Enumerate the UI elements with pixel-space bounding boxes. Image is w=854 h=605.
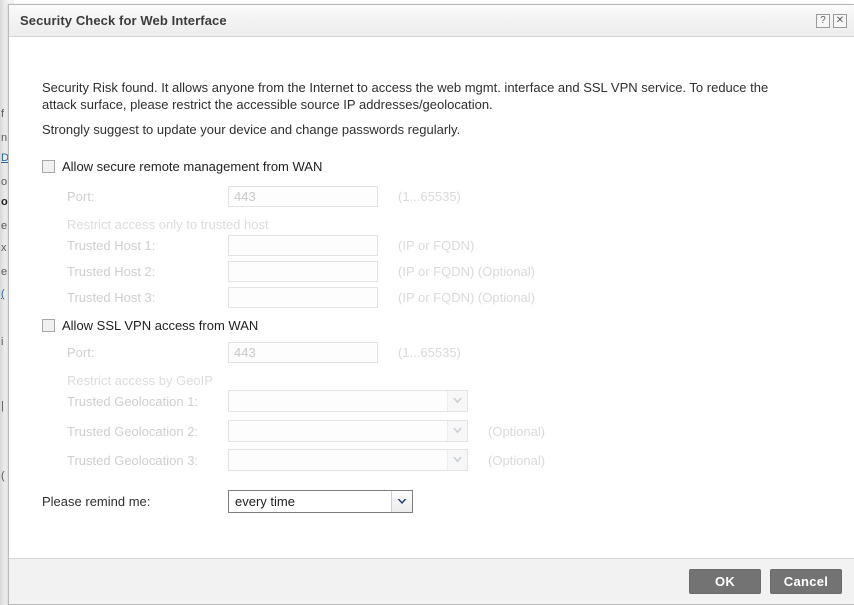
wan-port-hint: (1...65535)	[398, 189, 461, 204]
dialog-footer: OK Cancel	[9, 558, 854, 604]
cancel-button[interactable]: Cancel	[770, 569, 842, 594]
vpn-port-input[interactable]	[228, 342, 378, 363]
help-icon[interactable]: ?	[816, 13, 830, 28]
allow-wan-mgmt-row[interactable]: Allow secure remote management from WAN	[42, 159, 322, 174]
chevron-down-icon	[447, 450, 467, 470]
titlebar-controls: ? ✕	[816, 13, 847, 28]
dialog-title: Security Check for Web Interface	[20, 13, 227, 28]
trusted-geolocation-2-hint: (Optional)	[488, 423, 546, 439]
trusted-host-3-row: Trusted Host 3: (IP or FQDN) (Optional)	[42, 287, 535, 308]
ok-button[interactable]: OK	[689, 569, 761, 594]
vpn-port-row: Port: (1...65535)	[42, 342, 461, 363]
trusted-geolocation-2-label: Trusted Geolocation 2:	[67, 423, 199, 439]
trusted-geolocation-3-select[interactable]	[228, 449, 468, 471]
dialog-titlebar: Security Check for Web Interface ? ✕	[9, 5, 854, 37]
intro-paragraph-2: Strongly suggest to update your device a…	[42, 122, 461, 137]
chevron-down-icon	[447, 391, 467, 411]
allow-ssl-vpn-row[interactable]: Allow SSL VPN access from WAN	[42, 318, 258, 333]
security-check-dialog: Security Check for Web Interface ? ✕ Sec…	[8, 4, 854, 605]
trusted-host-3-input[interactable]	[228, 287, 378, 308]
trusted-geolocation-3-row: Trusted Geolocation 3: (Optional)	[42, 449, 545, 471]
chevron-down-icon	[391, 491, 412, 512]
trusted-host-1-row: Trusted Host 1: (IP or FQDN)	[42, 235, 474, 256]
allow-wan-mgmt-label: Allow secure remote management from WAN	[62, 159, 323, 174]
trusted-host-3-hint: (IP or FQDN) (Optional)	[398, 290, 536, 305]
trusted-geolocation-2-select[interactable]	[228, 420, 468, 442]
remind-select[interactable]: every time	[228, 490, 413, 513]
trusted-host-3-label: Trusted Host 3:	[67, 290, 156, 305]
trusted-geolocation-2-row: Trusted Geolocation 2: (Optional)	[42, 420, 545, 442]
trusted-host-2-label: Trusted Host 2:	[67, 264, 156, 279]
remind-row: Please remind me: every time	[42, 490, 413, 513]
trusted-geolocation-1-select[interactable]	[228, 390, 468, 412]
allow-wan-mgmt-checkbox[interactable]	[42, 160, 55, 173]
trusted-host-1-label: Trusted Host 1:	[67, 238, 156, 253]
trusted-geolocation-1-row: Trusted Geolocation 1:	[42, 390, 488, 412]
wan-restrict-subheading: Restrict access only to trusted host	[67, 217, 269, 232]
intro-paragraph-1: Security Risk found. It allows anyone fr…	[42, 80, 769, 112]
wan-port-label: Port:	[67, 189, 95, 204]
vpn-restrict-subheading: Restrict access by GeoIP	[67, 373, 213, 388]
vpn-port-label: Port:	[67, 345, 95, 360]
vpn-port-hint: (1...65535)	[398, 345, 461, 360]
remind-label: Please remind me:	[42, 494, 151, 509]
trusted-host-2-row: Trusted Host 2: (IP or FQDN) (Optional)	[42, 261, 535, 282]
trusted-host-1-hint: (IP or FQDN)	[398, 238, 475, 253]
trusted-geolocation-1-label: Trusted Geolocation 1:	[67, 393, 199, 409]
trusted-host-1-input[interactable]	[228, 235, 378, 256]
wan-port-row: Port: (1...65535)	[42, 186, 461, 207]
allow-ssl-vpn-checkbox[interactable]	[42, 319, 55, 332]
allow-ssl-vpn-label: Allow SSL VPN access from WAN	[62, 318, 259, 333]
trusted-geolocation-3-label: Trusted Geolocation 3:	[67, 452, 199, 468]
trusted-host-2-hint: (IP or FQDN) (Optional)	[398, 264, 536, 279]
trusted-geolocation-3-hint: (Optional)	[488, 452, 546, 468]
dialog-body: Security Risk found. It allows anyone fr…	[9, 37, 854, 558]
chevron-down-icon	[447, 421, 467, 441]
remind-selected-value: every time	[235, 494, 295, 509]
close-icon[interactable]: ✕	[833, 13, 847, 28]
wan-port-input[interactable]	[228, 186, 378, 207]
trusted-host-2-input[interactable]	[228, 261, 378, 282]
